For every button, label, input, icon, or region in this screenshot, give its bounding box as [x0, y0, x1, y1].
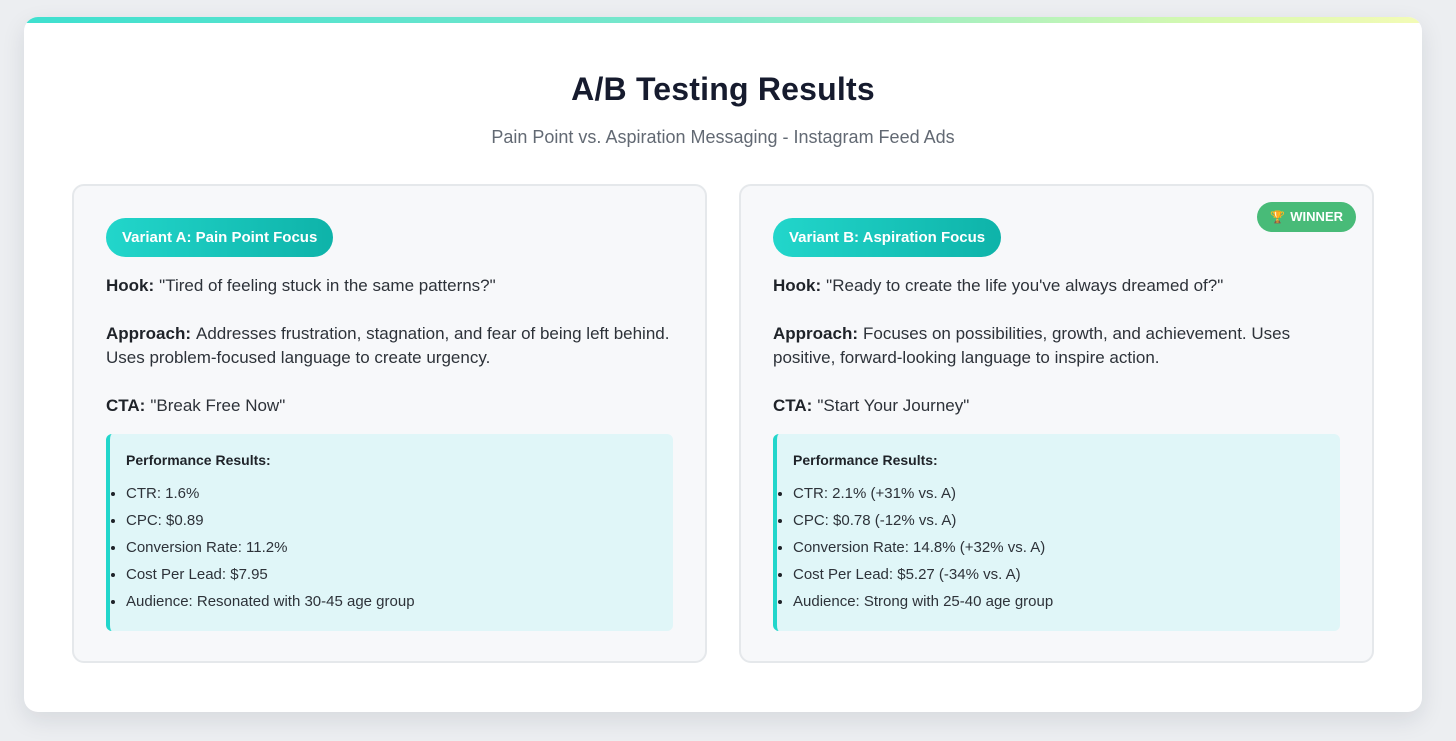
result-audience: Audience: Resonated with 30-45 age group: [126, 588, 415, 615]
winner-badge-label: WINNER: [1290, 209, 1343, 224]
result-ctr: CTR: 1.6%: [126, 480, 415, 507]
performance-list: CTR: 2.1% (+31% vs. A) CPC: $0.78 (-12% …: [793, 480, 1053, 615]
result-ctr: CTR: 2.1% (+31% vs. A): [793, 480, 1053, 507]
variant-a-label: Variant A: Pain Point Focus: [106, 218, 334, 257]
page-title: A/B Testing Results: [571, 71, 875, 107]
approach-label: Approach:: [773, 324, 858, 343]
gradient-accent-bar: [24, 17, 1422, 23]
result-conversion-rate: Conversion Rate: 14.8% (+32% vs. A): [793, 534, 1053, 561]
performance-title: Performance Results:: [126, 452, 271, 468]
cta-text: "Start Your Journey": [817, 396, 970, 415]
result-cpc: CPC: $0.78 (-12% vs. A): [793, 507, 1053, 534]
hook-label: Hook:: [106, 276, 155, 295]
result-audience: Audience: Strong with 25-40 age group: [793, 588, 1053, 615]
variant-b-hook: Hook: "Ready to create the life you've al…: [773, 274, 1348, 298]
result-conversion-rate: Conversion Rate: 11.2%: [126, 534, 415, 561]
variant-a-cta: CTA: "Break Free Now": [106, 394, 681, 418]
performance-list: CTR: 1.6% CPC: $0.89 Conversion Rate: 11…: [126, 480, 415, 615]
result-cost-per-lead: Cost Per Lead: $7.95: [126, 561, 415, 588]
page-subtitle: Pain Point vs. Aspiration Messaging - In…: [491, 127, 955, 147]
variant-a-performance-box: Performance Results: CTR: 1.6% CPC: $0.8…: [106, 434, 673, 631]
performance-title: Performance Results:: [793, 452, 938, 468]
variant-b-cta: CTA: "Start Your Journey": [773, 394, 1348, 418]
approach-label: Approach:: [106, 324, 191, 343]
variant-b-label: Variant B: Aspiration Focus: [773, 218, 1002, 257]
cta-label: CTA:: [773, 396, 813, 415]
variant-a-card: Variant A: Pain Point Focus Hook: "Tired …: [72, 184, 707, 663]
cta-label: CTA:: [106, 396, 146, 415]
variant-a-hook: Hook: "Tired of feeling stuck in the same…: [106, 274, 681, 298]
hook-label: Hook:: [773, 276, 822, 295]
hook-text: "Ready to create the life you've always …: [826, 276, 1224, 295]
result-cpc: CPC: $0.89: [126, 507, 415, 534]
result-cost-per-lead: Cost Per Lead: $5.27 (-34% vs. A): [793, 561, 1053, 588]
winner-badge: 🏆 WINNER: [1257, 202, 1356, 232]
variant-a-approach: Approach: Addresses frustration, stagnati…: [106, 322, 681, 370]
variant-b-card: 🏆 WINNER Variant B: Aspiration Focus Hook…: [739, 184, 1374, 663]
results-card: A/B Testing Results Pain Point vs. Aspir…: [24, 17, 1422, 712]
variant-b-performance-box: Performance Results: CTR: 2.1% (+31% vs.…: [773, 434, 1340, 631]
cta-text: "Break Free Now": [150, 396, 286, 415]
hook-text: "Tired of feeling stuck in the same patt…: [159, 276, 496, 295]
trophy-icon: 🏆: [1270, 210, 1286, 224]
variant-b-approach: Approach: Focuses on possibilities, growt…: [773, 322, 1348, 370]
